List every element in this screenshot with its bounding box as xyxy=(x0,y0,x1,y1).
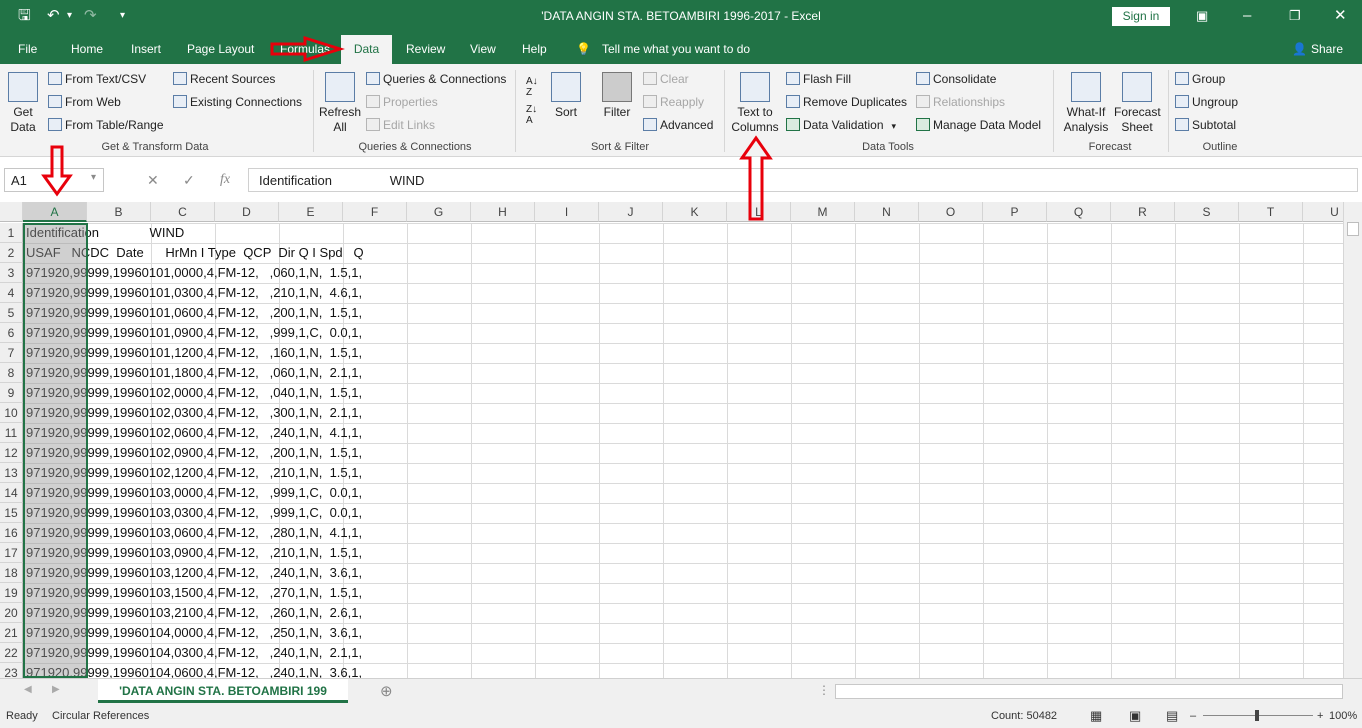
zoom-out-icon[interactable]: – xyxy=(1190,704,1196,728)
zoom-slider-thumb[interactable] xyxy=(1255,710,1259,721)
arrow-to-data-tab xyxy=(270,35,346,63)
annotation-arrows xyxy=(41,35,773,221)
horizontal-scrollbar[interactable] xyxy=(835,684,1343,699)
arrow-to-column-a xyxy=(41,145,73,197)
tab-split-icon[interactable]: ⋮ xyxy=(818,683,830,697)
normal-view-icon[interactable]: ▦ xyxy=(1090,704,1102,728)
zoom-in-icon[interactable]: + xyxy=(1317,704,1323,728)
page-layout-view-icon[interactable]: ▣ xyxy=(1129,704,1141,728)
sheet-tab-active[interactable]: 'DATA ANGIN STA. BETOAMBIRI 199 xyxy=(98,679,348,703)
arrow-to-text-to-columns xyxy=(739,135,773,221)
zoom-level[interactable]: 100% xyxy=(1329,704,1357,728)
next-sheet-icon[interactable]: ▶ xyxy=(52,684,60,695)
new-sheet-icon[interactable]: ⊕ xyxy=(380,682,393,700)
status-bar: Ready Circular References Count: 50482 ▦… xyxy=(0,704,1362,728)
status-count: Count: 50482 xyxy=(991,710,1058,722)
status-ready: Ready xyxy=(6,710,38,722)
page-break-view-icon[interactable]: ▤ xyxy=(1166,704,1178,728)
status-circular-references[interactable]: Circular References xyxy=(52,704,149,728)
prev-sheet-icon[interactable]: ◀ xyxy=(24,684,32,695)
sheet-tab-bar: ◀ ▶ 'DATA ANGIN STA. BETOAMBIRI 199 ⊕ ⋮ xyxy=(0,678,1362,704)
